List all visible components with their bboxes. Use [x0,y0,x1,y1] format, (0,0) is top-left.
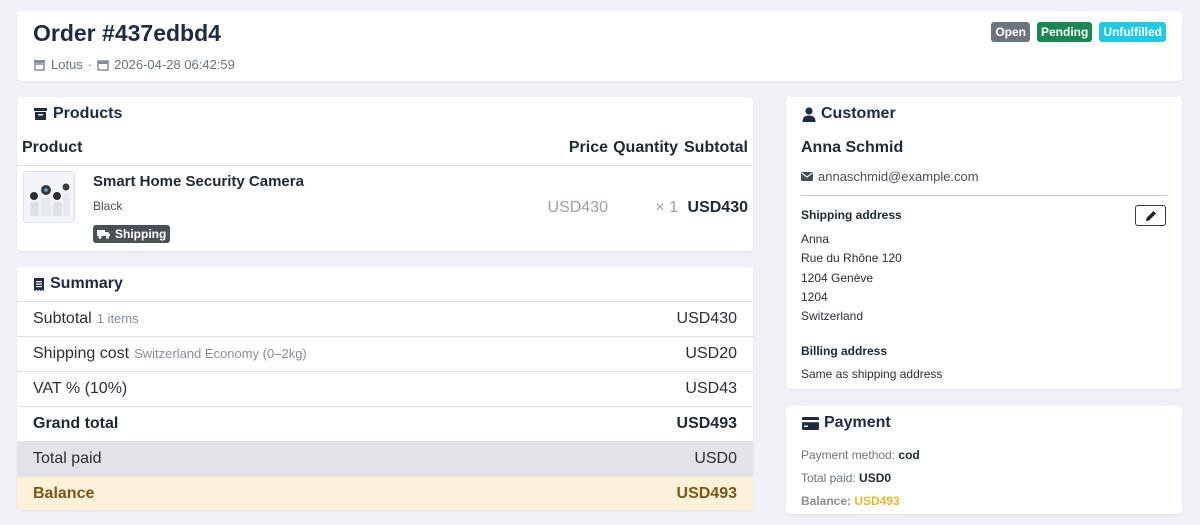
subtotal-note: 1 items [96,311,139,326]
grand-total-value: USD493 [676,415,737,432]
store-icon [33,59,46,71]
summary-row-shipping: Shipping cost Switzerland Economy (0–2kg)… [17,336,753,371]
billing-address-heading: Billing address [801,344,888,358]
payment-paid-line: Total paid: USD0 [801,471,891,485]
status-badges: Open Pending Unfulfilled [991,22,1166,42]
products-heading: Products [33,105,122,123]
column-header-price: Price [568,139,608,156]
shipping-cost-value: USD20 [685,345,737,362]
truck-icon [97,229,111,239]
total-paid-value: USD0 [694,450,737,467]
product-variant: Black [93,199,123,213]
envelope-icon [801,172,813,181]
credit-card-icon [802,416,819,430]
subtotal-value: USD430 [676,310,737,327]
payment-method-value: cod [898,448,920,462]
summary-row-balance: Balance USD493 [17,476,753,510]
vat-value: USD43 [685,380,737,397]
customer-name[interactable]: Anna Schmid [801,139,903,157]
page-title: Order #437edbd4 [33,20,221,46]
summary-row-grand-total: Grand total USD493 [17,406,753,441]
payment-paid-value: USD0 [859,471,892,485]
summary-heading: Summary [33,275,123,293]
box-icon [33,107,48,121]
receipt-icon [33,277,45,292]
grand-total-label: Grand total [33,415,119,432]
column-header-quantity: Quantity [613,139,678,156]
product-subtotal: USD430 [687,199,748,216]
address-line: Rue du Rhône 120 [801,251,902,265]
user-icon [802,106,816,122]
vat-label: VAT % (10%) [33,380,128,397]
shipping-cost-label: Shipping cost [33,345,130,362]
store-name: Lotus [51,57,83,72]
meta-separator: · [87,57,93,72]
calendar-icon [97,59,109,71]
shipping-badge: Shipping [93,225,171,243]
shipping-method-note: Switzerland Economy (0–2kg) [134,346,307,361]
column-header-product: Product [22,139,83,156]
payment-heading: Payment [802,414,891,432]
status-badge-unfulfilled: Unfulfilled [1099,22,1166,42]
payment-balance-label: Balance: [801,494,852,508]
payment-method-label: Payment method: [801,448,896,462]
table-divider [17,165,753,166]
order-datetime: 2026-04-28 06:42:59 [114,57,235,72]
customer-email[interactable]: annaschmid@example.com [801,169,979,184]
customer-card: Customer Anna Schmid annaschmid@example.… [786,97,1182,389]
total-paid-label: Total paid [33,450,102,467]
address-line: Anna [801,232,830,246]
product-name[interactable]: Smart Home Security Camera [93,173,304,190]
summary-row-total-paid: Total paid USD0 [17,441,753,476]
order-meta: Lotus · 2026-04-28 06:42:59 [33,57,235,72]
status-badge-pending: Pending [1036,22,1093,42]
product-quantity: × 1 [655,199,678,216]
product-thumbnail[interactable] [23,171,75,223]
summary-title: Summary [50,275,123,292]
shipping-address-heading: Shipping address [801,208,902,222]
customer-title: Customer [821,105,896,122]
address-line: 1204 [801,290,828,304]
products-card: Products Product Price Quantity Subtotal… [17,97,753,251]
address-line: Switzerland [801,309,864,323]
balance-value: USD493 [676,485,737,502]
balance-label: Balance [33,485,95,502]
column-header-subtotal: Subtotal [684,139,748,156]
payment-paid-label: Total paid: [801,471,856,485]
summary-card: Summary Subtotal 1 items USD430 Shipping … [17,267,753,510]
product-price: USD430 [547,199,608,216]
summary-row-vat: VAT % (10%) USD43 [17,371,753,406]
pencil-icon [1145,210,1157,222]
products-title: Products [53,105,123,122]
payment-method-line: Payment method: cod [801,448,920,462]
edit-address-button[interactable] [1135,205,1166,226]
payment-title: Payment [824,414,891,431]
customer-heading: Customer [802,105,896,123]
status-badge-open: Open [991,22,1030,42]
shipping-badge-label: Shipping [115,227,167,241]
subtotal-label: Subtotal [33,310,92,327]
payment-balance-line: Balance: USD493 [801,494,900,508]
customer-divider [801,195,1167,196]
payment-balance-value: USD493 [854,494,900,508]
billing-address-text: Same as shipping address [801,367,943,381]
payment-card: Payment Payment method: cod Total paid: … [786,406,1182,514]
order-header: Order #437edbd4 Lotus · 2026-04-28 06:42… [17,11,1182,81]
customer-email-text: annaschmid@example.com [818,169,979,184]
summary-row-subtotal: Subtotal 1 items USD430 [17,301,753,336]
address-line: 1204 Genève [801,271,874,285]
